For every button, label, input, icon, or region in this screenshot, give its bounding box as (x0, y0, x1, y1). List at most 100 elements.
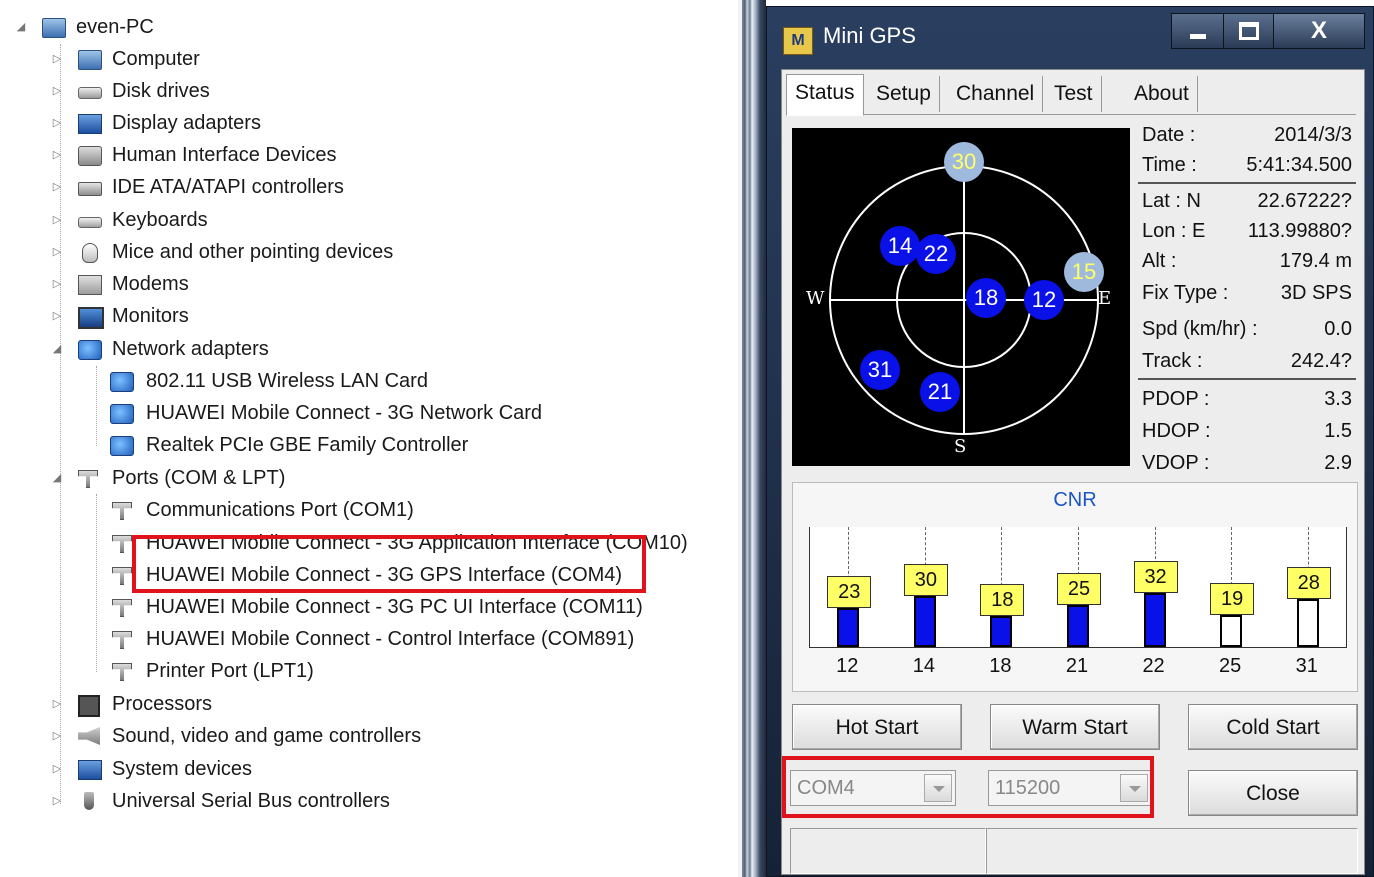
usb-icon (84, 792, 94, 810)
port-icon (112, 535, 132, 553)
root-label: even-PC (76, 16, 154, 38)
time-row: Time : 5:41:34.500 (1142, 150, 1352, 180)
speed-label: Spd (km/hr) : (1142, 318, 1258, 340)
expand-arrow-icon[interactable]: ▷ (50, 721, 64, 751)
separator (1138, 378, 1356, 380)
expand-arrow-icon[interactable]: ▷ (50, 108, 64, 138)
category-label: Keyboards (112, 209, 208, 231)
network-adapter-icon (110, 404, 134, 424)
cnr-value-label: 18 (980, 584, 1025, 617)
date-value: 2014/3/3 (1274, 124, 1352, 146)
tab-setup[interactable]: Setup (868, 76, 940, 112)
collapse-arrow-icon[interactable]: ◢ (50, 334, 64, 364)
port-icon (112, 631, 132, 649)
device-label: Realtek PCIe GBE Family Controller (146, 434, 469, 456)
collapse-arrow-icon[interactable]: ◢ (50, 463, 64, 493)
hot-start-button[interactable]: Hot Start (792, 704, 962, 750)
category-label: Sound, video and game controllers (112, 725, 422, 747)
tab-test[interactable]: Test (1046, 76, 1102, 112)
fix-type-row: Fix Type : 3D SPS (1142, 278, 1352, 308)
cnr-bar (913, 596, 936, 647)
category-label: Computer (112, 48, 200, 70)
satellite-marker: 21 (920, 372, 960, 412)
minimize-button[interactable] (1171, 13, 1225, 49)
cnr-prn-label: 21 (1065, 655, 1089, 677)
time-value: 5:41:34.500 (1246, 154, 1352, 176)
expand-arrow-icon[interactable]: ▷ (50, 140, 64, 170)
expand-arrow-icon[interactable]: ▷ (50, 237, 64, 267)
close-window-button[interactable]: X (1273, 13, 1365, 49)
expand-arrow-icon[interactable]: ▷ (50, 205, 64, 235)
category-label: System devices (112, 758, 253, 780)
expand-arrow-icon[interactable]: ▷ (50, 76, 64, 106)
close-button[interactable]: Close (1188, 770, 1358, 816)
device-label: HUAWEI Mobile Connect - 3G PC UI Interfa… (146, 596, 643, 618)
expand-arrow-icon[interactable]: ▷ (50, 786, 64, 816)
cnr-bar (990, 616, 1013, 647)
network-adapter-icon (110, 436, 134, 456)
cnr-prn-label: 14 (912, 655, 935, 677)
status-pane (986, 828, 1358, 874)
close-icon: X (1310, 17, 1327, 44)
mini-gps-window: M Mini GPS X Status Setup Channel Test A… (766, 6, 1374, 877)
tab-status[interactable]: Status (786, 74, 864, 116)
expand-arrow-icon[interactable]: ▷ (50, 269, 64, 299)
track-value: 242.4? (1290, 350, 1352, 372)
lat-value: 22.67222? (1257, 190, 1352, 212)
west-label: W (806, 288, 825, 309)
position-info-panel: Date : 2014/3/3 Time : 5:41:34.500 Lat : N… (1136, 118, 1360, 478)
collapse-arrow-icon[interactable]: ◢ (14, 12, 28, 42)
category-label: Mice and other pointing devices (112, 241, 394, 263)
category-label: Network adapters (112, 338, 269, 360)
maximize-button[interactable] (1223, 13, 1275, 49)
satellite-marker: 14 (880, 226, 920, 266)
cnr-prn-label: 12 (836, 655, 859, 677)
south-label: S (954, 436, 967, 457)
disk-drive-icon (78, 87, 102, 99)
fix-type-label: Fix Type : (1142, 282, 1229, 304)
hdop-label: HDOP : (1142, 420, 1211, 442)
date-label: Date : (1142, 124, 1196, 146)
port-icon (112, 502, 132, 520)
vdop-label: VDOP : (1142, 452, 1210, 474)
alt-label: Alt : (1142, 250, 1177, 272)
separator (1138, 182, 1356, 184)
satellite-marker: 18 (966, 278, 1006, 318)
processor-icon (78, 695, 100, 717)
expand-arrow-icon[interactable]: ▷ (50, 754, 64, 784)
device-label: Communications Port (COM1) (146, 499, 414, 521)
window-client-area: Status Setup Channel Test About W E S 30… (781, 69, 1365, 875)
cold-start-button[interactable]: Cold Start (1188, 704, 1358, 750)
app-icon: M (783, 27, 813, 55)
tab-channel[interactable]: Channel (948, 76, 1044, 112)
cnr-value-label: 30 (903, 564, 948, 596)
modem-icon (78, 275, 102, 295)
title-bar[interactable]: M Mini GPS X (767, 7, 1373, 67)
alt-row: Alt : 179.4 m (1142, 246, 1352, 276)
tab-about[interactable]: About (1126, 76, 1198, 112)
cnr-chart: CNR 23 30 18 25 32 19 28 12 14 18 21 22 25 31 (792, 482, 1358, 692)
port-icon (112, 663, 132, 681)
device-label: HUAWEI Mobile Connect - Control Interfac… (146, 628, 635, 650)
port-icon (78, 470, 98, 488)
fix-type-value: 3D SPS (1280, 282, 1352, 304)
cnr-bar (1220, 614, 1243, 647)
cnr-value-label: 25 (1057, 572, 1101, 605)
tree-connector (96, 494, 97, 672)
satellite-sky-view: W E S 30 14 22 15 18 12 31 21 (792, 128, 1130, 466)
pdop-row: PDOP : 3.3 (1142, 384, 1352, 414)
cnr-prn-label: 22 (1142, 655, 1165, 677)
expand-arrow-icon[interactable]: ▷ (50, 172, 64, 202)
expand-arrow-icon[interactable]: ▷ (50, 301, 64, 331)
mouse-icon (82, 243, 98, 263)
warm-start-button[interactable]: Warm Start (990, 704, 1160, 750)
highlight-box (782, 756, 1154, 818)
expand-arrow-icon[interactable]: ▷ (50, 689, 64, 719)
expand-arrow-icon[interactable]: ▷ (50, 44, 64, 74)
satellite-marker: 31 (860, 350, 900, 390)
vdop-row: VDOP : 2.9 (1142, 448, 1352, 478)
category-label: Modems (112, 273, 189, 295)
cnr-prn-label: 25 (1219, 655, 1242, 677)
category-label: Universal Serial Bus controllers (112, 790, 390, 812)
cnr-prn-label: 31 (1295, 655, 1318, 677)
